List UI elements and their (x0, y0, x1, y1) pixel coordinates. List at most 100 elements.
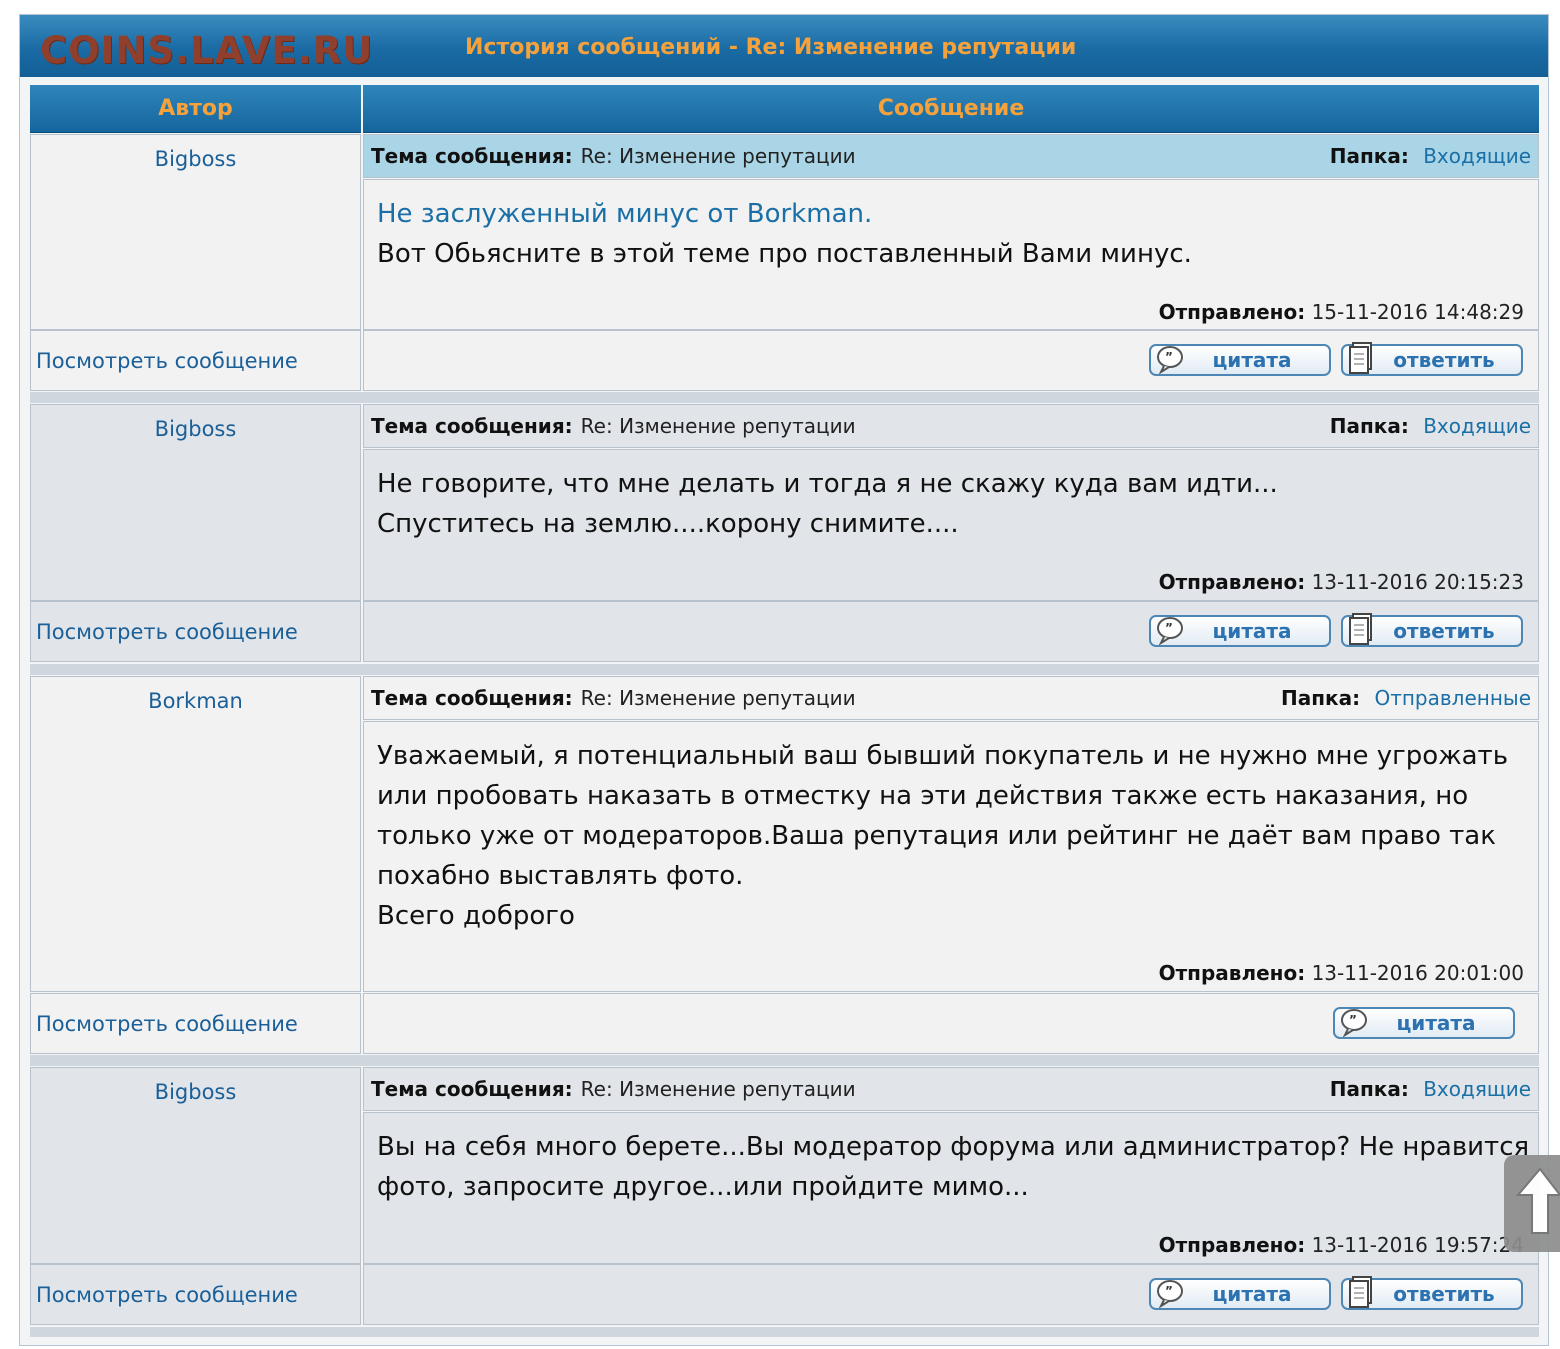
footer-actions: ” цитата (363, 993, 1539, 1054)
post-separator (30, 664, 1539, 675)
svg-text:”: ” (1165, 621, 1173, 635)
quote-button[interactable]: ” цитата (1149, 1278, 1331, 1310)
author-link[interactable]: Bigboss (155, 1080, 237, 1104)
footer-actions: ” цитата ответить (363, 330, 1539, 391)
subject-bar: Тема сообщения: Re: Изменение репутации … (363, 1067, 1539, 1111)
footer-left: Посмотреть сообщение (30, 330, 361, 391)
message-body: Не говорите, что мне делать и тогда я не… (363, 449, 1539, 601)
subject-label: Тема сообщения: (371, 686, 573, 710)
quote-button[interactable]: ” цитата (1333, 1007, 1515, 1039)
message-body: Вы на себя много берете...Вы модератор ф… (363, 1112, 1539, 1264)
sent-label: Отправлено: (1158, 300, 1306, 324)
folder-info: Папка: Входящие (1330, 144, 1531, 168)
reply-icon (1349, 1276, 1372, 1308)
subject-bar: Тема сообщения: Re: Изменение репутации … (363, 676, 1539, 720)
view-message-link[interactable]: Посмотреть сообщение (36, 620, 298, 644)
sent-info: Отправлено: 13-11-2016 19:57:24 (1159, 1225, 1524, 1265)
message-post: Bigboss Тема сообщения: Re: Изменение ре… (30, 1067, 1539, 1326)
folder-info: Папка: Входящие (1330, 414, 1531, 438)
folder-link[interactable]: Входящие (1423, 144, 1531, 168)
folder-label: Папка: (1280, 686, 1361, 710)
reply-button[interactable]: ответить (1341, 613, 1523, 647)
subject-text: Re: Изменение репутации (580, 414, 856, 438)
message-body: Уважаемый, я потенциальный ваш бывший по… (363, 721, 1539, 992)
footer-actions: ” цитата ответить (363, 601, 1539, 662)
site-logo[interactable]: COINS.LAVE.RU (40, 29, 373, 72)
sent-label: Отправлено: (1158, 1233, 1306, 1257)
quote-button[interactable]: ” цитата (1149, 615, 1331, 647)
folder-label: Папка: (1329, 414, 1409, 438)
quote-label: цитата (1396, 1011, 1476, 1035)
reply-label: ответить (1393, 1282, 1495, 1306)
folder-link[interactable]: Входящие (1423, 1077, 1531, 1101)
folder-link[interactable]: Отправленные (1374, 686, 1531, 710)
reply-button[interactable]: ответить (1341, 1276, 1523, 1310)
view-message-link[interactable]: Посмотреть сообщение (36, 349, 298, 373)
reply-icon (1349, 342, 1372, 374)
footer-left: Посмотреть сообщение (30, 601, 361, 662)
subject-label: Тема сообщения: (371, 144, 573, 168)
footer-actions: ” цитата ответить (363, 1264, 1539, 1325)
author-link[interactable]: Bigboss (155, 147, 237, 171)
post-separator (30, 392, 1539, 403)
message-line: Вы на себя много берете...Вы модератор ф… (377, 1132, 1530, 1162)
message-line: Спуститесь на землю....корону снимите...… (377, 509, 959, 539)
author-link[interactable]: Bigboss (155, 417, 237, 441)
message-body: Не заслуженный минус от Borkman. Вот Обь… (363, 179, 1539, 330)
arrow-up-icon (1515, 1167, 1560, 1234)
post-separator (30, 1327, 1539, 1337)
title-bar: COINS.LAVE.RU История сообщений - Re: Из… (20, 15, 1548, 77)
quote-label: цитата (1212, 619, 1292, 643)
reply-label: ответить (1393, 619, 1495, 643)
reply-label: ответить (1393, 348, 1495, 372)
subject-bar: Тема сообщения: Re: Изменение репутации … (363, 134, 1539, 178)
sent-label: Отправлено: (1158, 961, 1306, 985)
author-link[interactable]: Borkman (148, 689, 243, 713)
quote-icon: ” (1341, 1009, 1367, 1037)
view-message-link[interactable]: Посмотреть сообщение (36, 1283, 298, 1307)
quote-icon: ” (1157, 1280, 1183, 1308)
message-post: Borkman Тема сообщения: Re: Изменение ре… (30, 676, 1539, 1054)
quote-label: цитата (1212, 1282, 1292, 1306)
svg-text:”: ” (1165, 1284, 1173, 1298)
subject-bar: Тема сообщения: Re: Изменение репутации … (363, 404, 1539, 448)
author-cell: Borkman (30, 676, 361, 992)
author-cell: Bigboss (30, 404, 361, 601)
author-cell: Bigboss (30, 1067, 361, 1264)
message-link[interactable]: Не заслуженный минус от Borkman. (377, 194, 1524, 234)
sent-info: Отправлено: 15-11-2016 14:48:29 (1159, 292, 1524, 332)
author-cell: Bigboss (30, 134, 361, 330)
folder-link[interactable]: Входящие (1423, 414, 1531, 438)
sent-info: Отправлено: 13-11-2016 20:01:00 (1159, 953, 1524, 993)
message-line: Вот Обьясните в этой теме про поставленн… (377, 239, 1192, 269)
folder-label: Папка: (1329, 144, 1409, 168)
message-post: Bigboss Тема сообщения: Re: Изменение ре… (30, 404, 1539, 662)
quote-button[interactable]: ” цитата (1149, 344, 1331, 376)
message-line: похабно выставлять фото. (377, 861, 744, 891)
footer-left: Посмотреть сообщение (30, 993, 361, 1054)
view-message-link[interactable]: Посмотреть сообщение (36, 1012, 298, 1036)
message-line: Уважаемый, я потенциальный ваш бывший по… (377, 741, 1509, 771)
message-line: Не говорите, что мне делать и тогда я не… (377, 469, 1278, 499)
scroll-to-top-button[interactable] (1504, 1155, 1560, 1252)
column-header-message: Сообщение (363, 85, 1539, 133)
sent-timestamp: 13-11-2016 19:57:24 (1311, 1233, 1524, 1257)
subject-text: Re: Изменение репутации (580, 686, 856, 710)
reply-icon (1349, 613, 1372, 645)
svg-text:”: ” (1349, 1013, 1357, 1027)
message-line: или пробовать наказать в отместку на эти… (377, 781, 1469, 811)
reply-button[interactable]: ответить (1341, 342, 1523, 376)
message-line: только уже от модераторов.Ваша репутация… (377, 821, 1496, 851)
page-title: История сообщений - Re: Изменение репута… (465, 35, 1077, 60)
subject-label: Тема сообщения: (371, 1077, 573, 1101)
quote-label: цитата (1212, 348, 1292, 372)
sent-info: Отправлено: 13-11-2016 20:15:23 (1159, 562, 1524, 602)
post-separator (30, 1055, 1539, 1066)
sent-timestamp: 13-11-2016 20:15:23 (1311, 570, 1524, 594)
quote-icon: ” (1157, 617, 1183, 645)
folder-info: Папка: Входящие (1330, 1077, 1531, 1101)
message-line: фото, запросите другое...или пройдите ми… (377, 1172, 1029, 1202)
quote-icon: ” (1157, 346, 1183, 374)
folder-info: Папка: Отправленные (1281, 686, 1531, 710)
sent-timestamp: 13-11-2016 20:01:00 (1311, 961, 1524, 985)
